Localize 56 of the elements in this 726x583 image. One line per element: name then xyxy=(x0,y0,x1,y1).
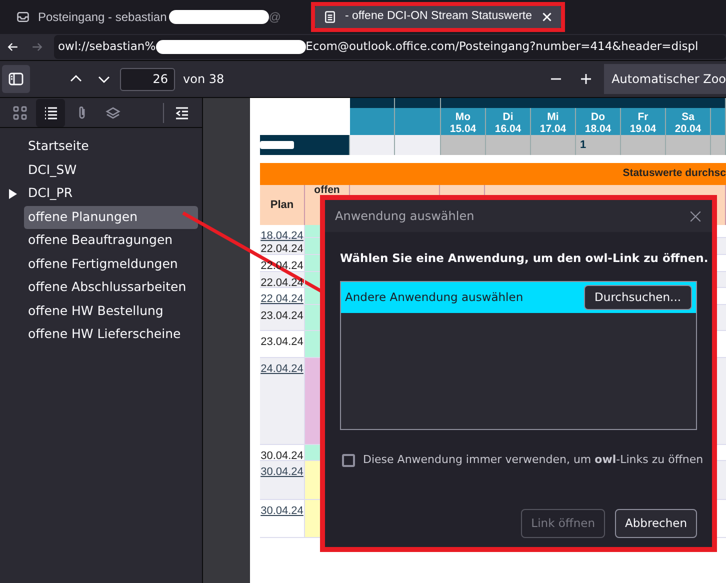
outline-item[interactable]: offene Abschlussarbeiten xyxy=(24,276,198,300)
header-band xyxy=(350,98,395,108)
day-header: Fr 19.04 xyxy=(621,108,666,135)
outline-item[interactable]: offene Fertigmeldungen xyxy=(24,252,198,276)
checkbox[interactable] xyxy=(342,454,355,467)
page-number-field[interactable]: 26 xyxy=(120,68,175,90)
browser-tab[interactable]: Posteingang - sebastian @ xyxy=(8,4,289,30)
grid-cell xyxy=(711,135,726,155)
header-cell xyxy=(350,108,395,135)
page-count: von 38 xyxy=(183,71,224,88)
dialog-button[interactable]: Abbrechen xyxy=(615,508,697,538)
outline-item[interactable]: offene Planungen xyxy=(24,206,198,229)
browse-button[interactable]: Durchsuchen... xyxy=(584,285,692,310)
redaction-mark xyxy=(260,141,294,149)
document-icon xyxy=(322,10,337,24)
grid-cell xyxy=(666,135,711,155)
sidebar-toggle-icon[interactable] xyxy=(2,65,30,93)
grid-cell xyxy=(395,135,441,155)
zoom-dropdown[interactable]: Automatischer Zoo xyxy=(604,64,726,94)
grid-cell xyxy=(486,135,531,155)
outline-item[interactable]: offene HW Lieferscheine xyxy=(24,323,198,346)
header-cell xyxy=(711,108,726,135)
outline-item[interactable]: offene HW Bestellung xyxy=(24,300,198,323)
address-bar[interactable]: owl://sebastian% Ecom@outlook.office.com/Posteingang?number=414&header=displ xyxy=(54,35,726,59)
column-header: Plan xyxy=(260,185,305,225)
day-header: Mo 15.04 xyxy=(441,108,486,135)
collapse-outline-icon[interactable] xyxy=(174,104,190,120)
table-title: Statuswerte durchsc xyxy=(622,166,726,182)
forward-icon[interactable] xyxy=(30,40,44,54)
day-header: Do 18.04 xyxy=(576,108,621,135)
outline-item[interactable]: DCI_SW xyxy=(24,158,198,182)
checkbox-label: Diese Anwendung immer verwenden, um owl-Links zu öffnen xyxy=(363,452,704,468)
grid-cell: 1 xyxy=(576,135,621,155)
outline-item[interactable]: offene Beauftragungen xyxy=(24,229,198,252)
inbox-icon xyxy=(16,10,30,24)
url-text: owl://sebastian% xyxy=(58,38,156,56)
back-icon[interactable] xyxy=(6,40,20,54)
tab-title: Posteingang - sebastian xyxy=(38,10,167,24)
dialog-prompt: Wählen Sie eine Anwendung, um den owl-Link zu öffnen. xyxy=(340,250,710,267)
day-header: Di 16.04 xyxy=(486,108,531,135)
url-text: Ecom@outlook.office.com/Posteingang?number=414&header=displ xyxy=(306,38,698,56)
day-header: Sa 20.04 xyxy=(666,108,711,135)
day-header: Mi 17.04 xyxy=(531,108,576,135)
outline-item[interactable]: Startseite xyxy=(24,135,198,158)
grid-cell xyxy=(441,135,486,155)
grid-cell xyxy=(531,135,576,155)
application-label: Andere Anwendung auswählen xyxy=(345,289,524,306)
close-icon[interactable] xyxy=(689,210,702,222)
header-cell xyxy=(395,108,441,135)
expand-arrow-icon[interactable] xyxy=(8,188,16,199)
grid-cell xyxy=(621,135,666,155)
outline-icon[interactable] xyxy=(36,98,65,126)
tab-title: - offene DCI-ON Stream Statuswerte xyxy=(344,10,532,22)
tab-title: @ xyxy=(268,10,281,24)
application-item[interactable]: Andere Anwendung auswählen Durchsuchen... xyxy=(341,282,696,314)
outline-item[interactable]: DCI_PR xyxy=(24,182,198,206)
